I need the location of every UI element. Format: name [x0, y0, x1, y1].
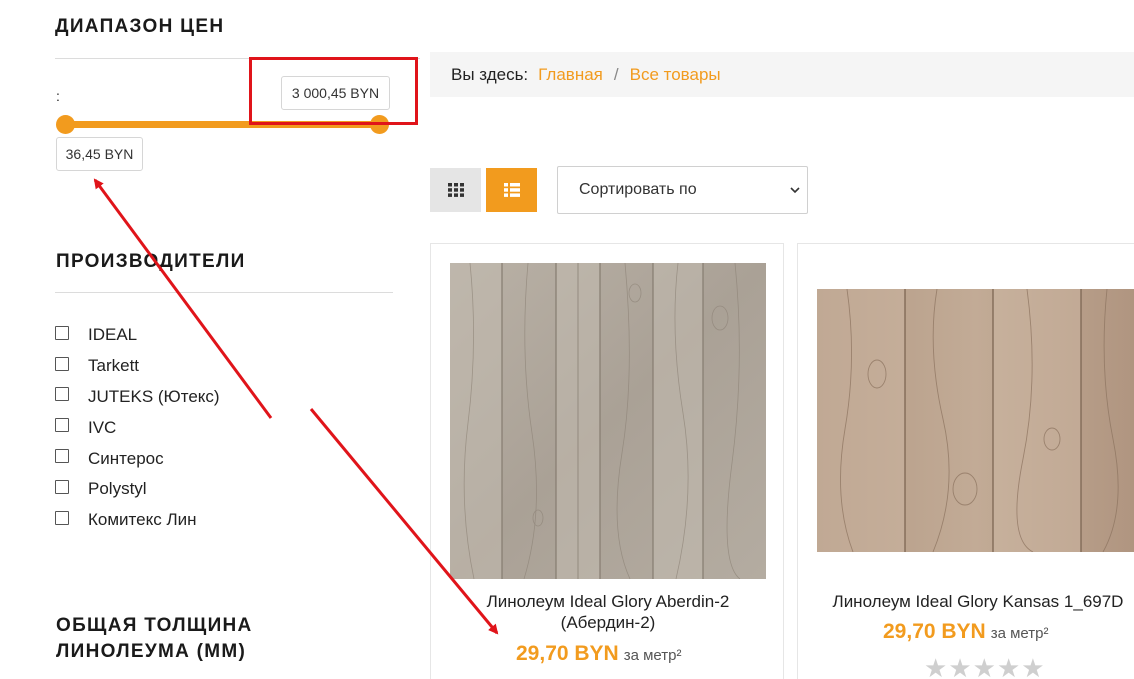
price-range-colon: : — [56, 88, 60, 104]
manufacturers-divider — [55, 292, 393, 293]
chevron-down-icon — [790, 187, 800, 194]
price-slider-min-handle[interactable] — [56, 115, 75, 134]
manufacturer-checkbox[interactable] — [55, 387, 69, 402]
product-image[interactable] — [450, 263, 766, 579]
star-icon: ★ — [948, 653, 972, 679]
manufacturer-checkbox[interactable] — [55, 325, 69, 340]
manufacturer-label: Polystyl — [88, 479, 147, 499]
manufacturer-checkbox[interactable] — [55, 510, 69, 525]
price-range-heading: ДИАПАЗОН ЦЕН — [55, 16, 225, 37]
star-icon: ★ — [996, 653, 1021, 679]
manufacturer-option[interactable]: Tarkett — [55, 351, 220, 382]
grid-view-button[interactable] — [430, 168, 481, 212]
product-card[interactable]: Линолеум Ideal Glory Kansas 1_697D 29,70… — [797, 243, 1134, 679]
price-min-value: 36,45 BYN — [56, 137, 143, 171]
annotation-highlight-box — [249, 57, 418, 125]
manufacturer-label: Комитекс Лин — [88, 510, 197, 530]
manufacturer-label: Синтерос — [88, 448, 164, 468]
list-icon — [503, 183, 520, 197]
thickness-heading-line2: ЛИНОЛЕУМА (ММ) — [56, 641, 247, 662]
manufacturer-checkbox[interactable] — [55, 418, 69, 433]
breadcrumb-all-products-link[interactable]: Все товары — [630, 65, 721, 85]
product-price-unit: за метр² — [990, 625, 1049, 642]
manufacturer-label: IDEAL — [88, 325, 138, 345]
manufacturer-checkbox[interactable] — [55, 479, 69, 494]
grid-icon — [447, 183, 464, 197]
product-name-line1: Линолеум Ideal Glory Kansas 1_697D — [832, 592, 1124, 611]
product-name[interactable]: Линолеум Ideal Glory Aberdin-2 (Абердин-… — [431, 591, 785, 633]
sort-select-value: Сортировать по — [579, 181, 697, 198]
manufacturer-label: JUTEKS (Ютекс) — [88, 386, 220, 406]
breadcrumb-separator: / — [613, 64, 619, 84]
manufacturer-checkbox[interactable] — [55, 356, 69, 371]
manufacturer-option[interactable]: JUTEKS (Ютекс) — [55, 382, 220, 413]
manufacturer-option[interactable]: Polystyl — [55, 474, 220, 505]
product-image[interactable] — [817, 289, 1134, 552]
product-name-line2: (Абердин-2) — [560, 613, 656, 632]
manufacturer-checkbox[interactable] — [55, 449, 69, 464]
sort-select[interactable]: Сортировать по — [557, 166, 808, 214]
manufacturer-option[interactable]: IDEAL — [55, 320, 220, 351]
manufacturer-option[interactable]: Комитекс Лин — [55, 505, 220, 536]
product-name-line1: Линолеум Ideal Glory Aberdin-2 — [486, 592, 730, 611]
manufacturer-option[interactable]: IVC — [55, 412, 220, 443]
product-rating: ★ ★ ★ ★ ★ — [924, 655, 1045, 679]
manufacturer-label: IVC — [88, 417, 117, 437]
star-icon: ★ — [1021, 653, 1045, 679]
list-view-button[interactable] — [486, 168, 537, 212]
star-icon: ★ — [972, 653, 996, 679]
manufacturer-filter-list: IDEAL Tarkett JUTEKS (Ютекс) IVC Синтеро… — [55, 320, 220, 536]
manufacturer-option[interactable]: Синтерос — [55, 443, 220, 474]
product-price-amount: 29,70 BYN — [516, 642, 619, 665]
breadcrumb: Вы здесь: Главная / Все товары — [430, 52, 1134, 97]
thickness-heading-line1: ОБЩАЯ ТОЛЩИНА — [56, 615, 253, 636]
product-price-unit: за метр² — [623, 647, 682, 664]
product-card[interactable]: Линолеум Ideal Glory Aberdin-2 (Абердин-… — [430, 243, 784, 679]
manufacturer-label: Tarkett — [88, 356, 140, 376]
product-price-amount: 29,70 BYN — [883, 620, 986, 643]
product-name[interactable]: Линолеум Ideal Glory Kansas 1_697D — [798, 591, 1134, 612]
breadcrumb-prefix: Вы здесь: — [451, 64, 529, 84]
product-price: 29,70 BYN за метр² — [516, 642, 682, 666]
manufacturers-heading: ПРОИЗВОДИТЕЛИ — [56, 251, 246, 272]
star-icon: ★ — [924, 653, 948, 679]
product-price: 29,70 BYN за метр² — [883, 620, 1049, 644]
breadcrumb-home-link[interactable]: Главная — [538, 65, 603, 85]
